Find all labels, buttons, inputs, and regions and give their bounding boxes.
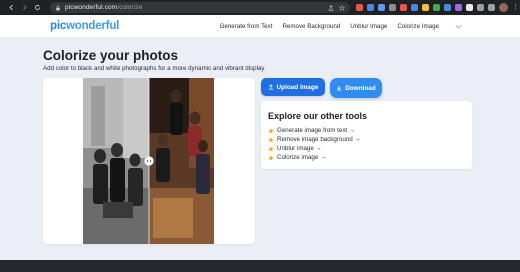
- star-icon: [268, 154, 274, 161]
- star-icon: [268, 136, 274, 143]
- extension-gray-icon[interactable]: [389, 4, 396, 11]
- comparison-slider-handle: [144, 156, 154, 166]
- reload-icon[interactable]: [32, 3, 42, 13]
- logo-pic: pic: [50, 20, 67, 32]
- share-icon[interactable]: [328, 4, 334, 11]
- download-button[interactable]: Download: [330, 78, 382, 98]
- other-tools-list: Generate image from text → Remove image …: [268, 126, 361, 162]
- extension-white-icon[interactable]: [466, 4, 473, 11]
- extension-purple-icon[interactable]: [455, 4, 462, 11]
- main-content: Colorize your photos Add color to black …: [0, 38, 520, 260]
- tool-link-unblur-image[interactable]: Unblur image →: [268, 144, 361, 153]
- comparison-image[interactable]: [83, 78, 214, 244]
- back-icon[interactable]: [6, 3, 16, 13]
- download-label: Download: [345, 84, 376, 92]
- extension-orange-icon[interactable]: [400, 4, 407, 11]
- tool-link-generate-from-text[interactable]: Generate image from text →: [268, 126, 361, 135]
- star-icon: [268, 145, 274, 152]
- chevron-down-icon[interactable]: [455, 24, 462, 29]
- browser-toolbar: picwonderful.com/colorize ⋮: [0, 0, 520, 15]
- tool-link-remove-background[interactable]: Remove image background →: [268, 135, 361, 144]
- url-path: /colorize: [117, 4, 143, 11]
- extension-blue-icon[interactable]: [367, 4, 374, 11]
- extension-red-icon[interactable]: [356, 4, 363, 11]
- main-nav: Generate from Text Remove Background Unb…: [220, 23, 462, 30]
- extension-green-icon[interactable]: [433, 4, 440, 11]
- upload-image-button[interactable]: Upload Image: [261, 78, 325, 96]
- upload-image-label: Upload Image: [276, 83, 319, 91]
- bookmark-star-icon[interactable]: [339, 4, 345, 11]
- url-text: picwonderful.com/colorize: [65, 4, 142, 11]
- extensions-puzzle-icon[interactable]: [477, 4, 484, 11]
- lock-icon[interactable]: [55, 4, 61, 11]
- footer-strip: [0, 260, 520, 272]
- nav-unblur-image[interactable]: Unblur Image: [350, 23, 387, 30]
- other-tools-title: Explore our other tools: [268, 111, 368, 121]
- nav-colorize-image[interactable]: Colorize Image: [397, 23, 439, 30]
- nav-generate-from-text[interactable]: Generate from Text: [220, 23, 273, 30]
- tool-link-label: Unblur image →: [277, 145, 322, 152]
- tool-link-label: Colorize image →: [277, 154, 327, 161]
- address-bar[interactable]: picwonderful.com/colorize: [50, 2, 350, 13]
- other-tools-card: Explore our other tools Generate image f…: [261, 101, 472, 169]
- url-host: picwonderful.com: [65, 4, 118, 11]
- profile-avatar[interactable]: [499, 3, 508, 12]
- extension-blue2-icon[interactable]: [444, 4, 451, 11]
- extension-dark-blue-icon[interactable]: [411, 4, 418, 11]
- extension-yellow-icon[interactable]: [422, 4, 429, 11]
- tool-link-colorize-image[interactable]: Colorize image →: [268, 153, 361, 162]
- tool-link-label: Remove image background →: [277, 136, 361, 143]
- logo-wonderful: wonderful: [66, 20, 120, 32]
- page-title: Colorize your photos: [43, 48, 178, 63]
- tool-link-label: Generate image from text →: [277, 127, 356, 134]
- forward-icon[interactable]: [19, 3, 29, 13]
- site-logo[interactable]: picwonderful: [50, 20, 119, 32]
- site-header: picwonderful Generate from Text Remove B…: [0, 15, 520, 38]
- extensions-bar: [356, 4, 495, 11]
- sidebar-icon[interactable]: [488, 4, 495, 11]
- extension-telegram-icon[interactable]: [378, 4, 385, 11]
- nav-remove-background[interactable]: Remove Background: [282, 23, 340, 30]
- page-subtitle: Add color to black and white photographs…: [43, 65, 265, 72]
- image-preview-card: [43, 78, 255, 244]
- star-icon: [268, 127, 274, 134]
- browser-menu-icon[interactable]: ⋮: [512, 4, 519, 11]
- upload-icon: [268, 84, 273, 90]
- download-icon: [337, 85, 342, 91]
